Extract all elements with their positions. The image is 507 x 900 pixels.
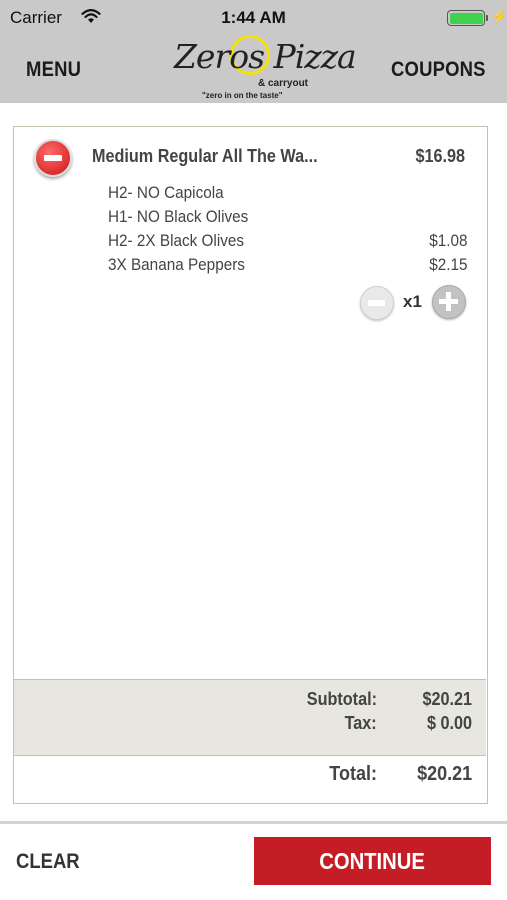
subtotal-label: Subtotal: — [306, 689, 377, 709]
logo-script: Zeros Pizza — [174, 37, 357, 76]
modifier-row: 3X Banana Peppers $2.15 — [108, 255, 468, 279]
modifier-price: $1.08 — [429, 231, 468, 250]
clear-button[interactable]: CLEAR — [16, 850, 80, 874]
modifier-row: H1- NO Black Olives — [108, 207, 468, 231]
total-row: Total: $20.21 — [14, 763, 486, 789]
continue-button[interactable]: CONTINUE — [254, 837, 491, 885]
tax-value: $ 0.00 — [426, 713, 472, 733]
clock: 1:44 AM — [221, 8, 286, 27]
item-price: $16.98 — [415, 146, 465, 166]
menu-button[interactable]: MENU — [26, 58, 81, 82]
total-label: Total: — [329, 763, 377, 785]
modifier-row: H2- NO Capicola — [108, 183, 468, 207]
continue-label: CONTINUE — [319, 848, 426, 874]
order-card: Medium Regular All The Wa... $16.98 H2- … — [13, 126, 488, 804]
subtotal-value: $20.21 — [422, 689, 472, 709]
subtotal-row: Subtotal: $20.21 — [14, 689, 486, 713]
quantity-label: x1 — [403, 292, 422, 311]
remove-item-icon[interactable] — [34, 139, 72, 177]
increase-quantity-icon[interactable] — [432, 285, 466, 319]
modifier-label: H1- NO Black Olives — [108, 207, 249, 226]
modifier-price: $2.15 — [429, 255, 468, 274]
battery-icon — [447, 10, 485, 26]
modifier-row: H2- 2X Black Olives $1.08 — [108, 231, 468, 255]
tax-label: Tax: — [344, 713, 377, 733]
header: Carrier 1:44 AM ⚡ MENU Zeros Pizza & car… — [0, 0, 507, 103]
battery-tip — [486, 15, 488, 21]
decrease-quantity-icon[interactable] — [360, 286, 394, 320]
modifier-label: H2- 2X Black Olives — [108, 231, 245, 250]
brand-logo: Zeros Pizza & carryout "zero in on the t… — [170, 33, 357, 103]
modifier-label: 3X Banana Peppers — [108, 255, 245, 274]
logo-subtitle: & carryout — [258, 78, 309, 89]
order-summary: Subtotal: $20.21 Tax: $ 0.00 — [14, 679, 486, 756]
action-bar: CLEAR CONTINUE — [0, 821, 507, 900]
status-bar: Carrier 1:44 AM ⚡ — [0, 0, 507, 36]
item-name[interactable]: Medium Regular All The Wa... — [92, 146, 318, 167]
tax-row: Tax: $ 0.00 — [14, 713, 486, 737]
modifier-list: H2- NO Capicola H1- NO Black Olives H2- … — [108, 183, 468, 279]
charging-bolt-icon: ⚡ — [491, 8, 507, 24]
modifier-label: H2- NO Capicola — [108, 183, 224, 202]
total-value: $20.21 — [416, 763, 472, 785]
logo-tagline: "zero in on the taste" — [202, 91, 283, 100]
coupons-button[interactable]: COUPONS — [391, 58, 486, 82]
